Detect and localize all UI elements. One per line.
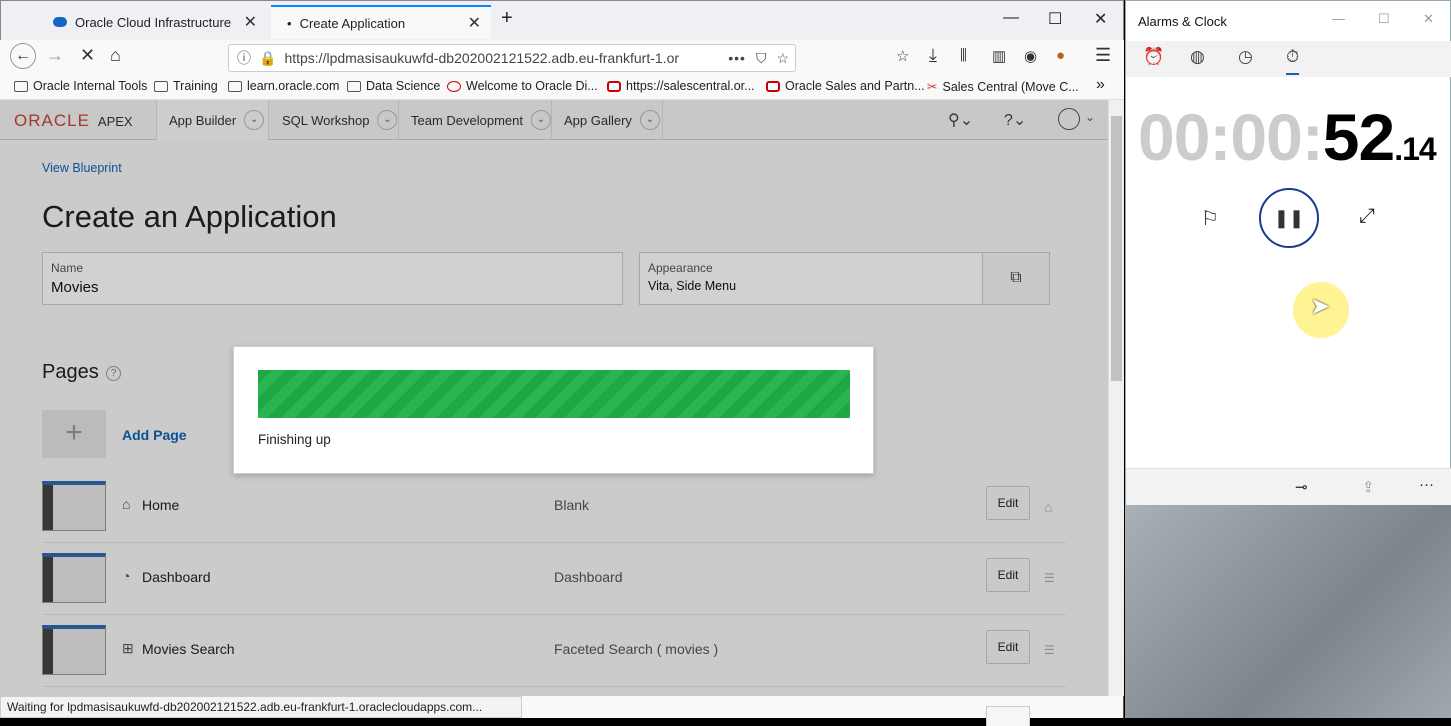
close-window-icon[interactable]: ✕: [1094, 9, 1107, 29]
folder-icon: [154, 80, 168, 92]
bookmarks-bar: Oracle Internal Tools Training learn.ora…: [0, 74, 1124, 100]
app-title: Alarms & Clock: [1138, 14, 1227, 29]
alarms-tabs: ⏰ ◍ ◷ ⏱: [1126, 41, 1451, 77]
timer-icon[interactable]: ◷: [1238, 47, 1253, 67]
bookmark-item[interactable]: ✂ Sales Central (Move C...: [927, 79, 1079, 95]
stopwatch-icon[interactable]: ⏱: [1286, 47, 1300, 75]
bookmark-label: https://salescentral.or...: [626, 79, 755, 93]
cursor-icon: ➤: [1310, 293, 1331, 320]
stop-loading-icon[interactable]: ✕: [80, 45, 95, 66]
account-icon[interactable]: ◉: [1024, 47, 1037, 65]
alarm-icon[interactable]: ⏰: [1143, 47, 1164, 67]
back-icon[interactable]: ←: [10, 43, 36, 69]
more-icon[interactable]: •••: [728, 50, 746, 66]
bookmark-item[interactable]: https://salescentral.or...: [607, 79, 755, 93]
alarms-app: Alarms & Clock — ☐ ✕ ⏰ ◍ ◷ ⏱ 00:00:52.14…: [1125, 0, 1451, 506]
bookmark-star-icon[interactable]: ☆: [896, 47, 909, 65]
maximize-icon[interactable]: ☐: [1378, 11, 1390, 27]
tab-bar: Oracle Cloud Infrastructure ✕ • Create A…: [0, 0, 1124, 40]
bookmark-label: Oracle Internal Tools: [33, 79, 148, 93]
speech-icon: [447, 80, 461, 92]
folder-icon: [228, 80, 242, 92]
alarms-clock-window: Alarms & Clock — ☐ ✕ ⏰ ◍ ◷ ⏱ 00:00:52.14…: [1125, 0, 1451, 718]
stopwatch-display: 00:00:52.14: [1138, 99, 1437, 175]
alarms-title-bar: Alarms & Clock — ☐ ✕: [1126, 1, 1451, 41]
stopwatch-fraction: .14: [1394, 131, 1436, 167]
tab-oracle-cloud[interactable]: Oracle Cloud Infrastructure ✕: [43, 5, 267, 39]
more-bookmarks-icon[interactable]: »: [1096, 76, 1105, 94]
stopwatch-hours-minutes: 00:00:: [1138, 100, 1324, 174]
home-icon[interactable]: ⌂: [110, 45, 121, 66]
scrollbar[interactable]: [1108, 100, 1124, 696]
progress-dialog: Finishing up: [233, 346, 874, 474]
oracle-icon: [607, 80, 621, 92]
world-clock-icon[interactable]: ◍: [1190, 47, 1205, 67]
oracle-icon: [766, 80, 780, 92]
stopwatch-seconds: 52: [1322, 100, 1395, 174]
dot-icon: •: [287, 15, 292, 31]
close-icon[interactable]: ✕: [468, 13, 481, 33]
url-bar[interactable]: ⓘ 🔒 https://lpdmasisaukuwfd-db2020021215…: [228, 44, 796, 72]
more-options-icon[interactable]: ···: [1419, 476, 1434, 493]
progress-message: Finishing up: [258, 432, 331, 447]
library-icon[interactable]: ⫼: [960, 47, 967, 64]
cookie-icon[interactable]: ●: [1056, 47, 1065, 64]
sales-icon: ✂: [927, 80, 938, 94]
share-icon[interactable]: ⇪: [1362, 478, 1375, 496]
close-icon[interactable]: ✕: [1423, 11, 1434, 27]
bookmark-item[interactable]: Welcome to Oracle Di...: [447, 79, 598, 93]
edit-button-partial[interactable]: [986, 706, 1030, 726]
pause-button[interactable]: ❚❚: [1259, 188, 1319, 248]
bookmark-item[interactable]: Oracle Sales and Partn...: [766, 79, 925, 93]
minimize-icon[interactable]: —: [1003, 9, 1019, 27]
bookmark-item[interactable]: Data Science: [347, 79, 440, 93]
lap-flag-icon[interactable]: ⚐: [1201, 206, 1219, 231]
minimize-icon[interactable]: —: [1332, 11, 1345, 26]
progress-bar: [258, 370, 850, 418]
download-icon[interactable]: ⤓: [929, 45, 937, 66]
scrollbar-thumb[interactable]: [1111, 116, 1122, 381]
new-tab-icon[interactable]: +: [501, 7, 513, 30]
maximize-icon[interactable]: ☐: [1048, 9, 1062, 29]
bookmark-item[interactable]: Oracle Internal Tools: [14, 79, 147, 93]
tab-create-application[interactable]: • Create Application ✕: [271, 5, 491, 39]
bookmark-label: Sales Central (Move C...: [942, 79, 1079, 94]
url-text: https://lpdmasisaukuwfd-db202002121522.a…: [284, 50, 680, 66]
tab-label: Oracle Cloud Infrastructure: [75, 14, 232, 30]
bookmark-item[interactable]: learn.oracle.com: [228, 79, 339, 93]
alarms-bottom-bar: ⊸ ⇪ ···: [1126, 468, 1451, 506]
desktop-background: [1125, 505, 1451, 718]
bookmark-label: Oracle Sales and Partn...: [785, 79, 925, 93]
pin-icon[interactable]: ⊸: [1295, 478, 1308, 496]
folder-icon: [14, 80, 28, 92]
info-icon: ⓘ: [237, 50, 251, 66]
bookmark-label: Training: [173, 79, 218, 93]
sidebar-icon[interactable]: ▥: [992, 47, 1006, 65]
bookmark-label: learn.oracle.com: [247, 79, 340, 93]
status-bar: Waiting for lpdmasisaukuwfd-db2020021215…: [0, 696, 522, 718]
menu-icon[interactable]: ☰: [1095, 45, 1111, 66]
nav-bar: ← → ✕ ⌂ ⓘ 🔒 https://lpdmasisaukuwfd-db20…: [0, 40, 1124, 74]
close-icon[interactable]: ✕: [244, 12, 257, 32]
pause-icon: ❚❚: [1273, 208, 1305, 228]
expand-icon[interactable]: ⤢: [1359, 205, 1375, 228]
star-icon[interactable]: ☆: [776, 50, 789, 67]
bookmark-item[interactable]: Training: [154, 79, 218, 93]
forward-icon[interactable]: →: [46, 45, 64, 66]
lock-icon: 🔒: [259, 49, 277, 66]
folder-icon: [347, 80, 361, 92]
browser-window: Oracle Cloud Infrastructure ✕ • Create A…: [0, 0, 1124, 726]
tab-label: Create Application: [299, 15, 406, 31]
cloud-icon: [53, 17, 67, 27]
pocket-icon[interactable]: ⛉: [756, 50, 767, 67]
bookmark-label: Data Science: [366, 79, 441, 93]
bookmark-label: Welcome to Oracle Di...: [466, 79, 598, 93]
